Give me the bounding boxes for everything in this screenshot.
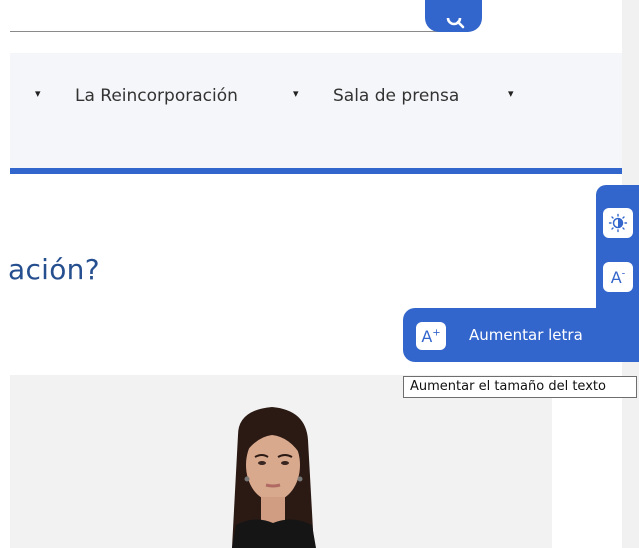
search-icon [446,18,464,29]
increase-text-icon: A+ [416,322,446,350]
decrease-text-button[interactable]: A- [603,262,633,292]
nav-reincorporacion-caret-icon[interactable]: ▾ [293,87,299,100]
page-heading: ación? [8,253,100,286]
nav-dropdown-caret-icon[interactable]: ▾ [35,87,41,100]
nav-accent-bar [10,168,622,174]
contrast-icon [608,213,628,233]
main-navigation [10,53,622,168]
contrast-button[interactable] [603,208,633,238]
nav-item-reincorporacion[interactable]: La Reincorporación [75,86,238,106]
search-button[interactable] [425,0,482,32]
increase-text-tooltip: Aumentar el tamaño del texto [403,376,637,398]
sign-language-video[interactable] [10,375,552,548]
decrease-text-icon: A- [610,267,626,287]
video-person-image [10,375,552,548]
nav-sala-de-prensa-caret-icon[interactable]: ▾ [508,87,514,100]
nav-item-sala-de-prensa[interactable]: Sala de prensa [333,86,459,106]
increase-text-label[interactable]: Aumentar letra [469,326,583,344]
search-input-underline[interactable] [10,31,450,32]
